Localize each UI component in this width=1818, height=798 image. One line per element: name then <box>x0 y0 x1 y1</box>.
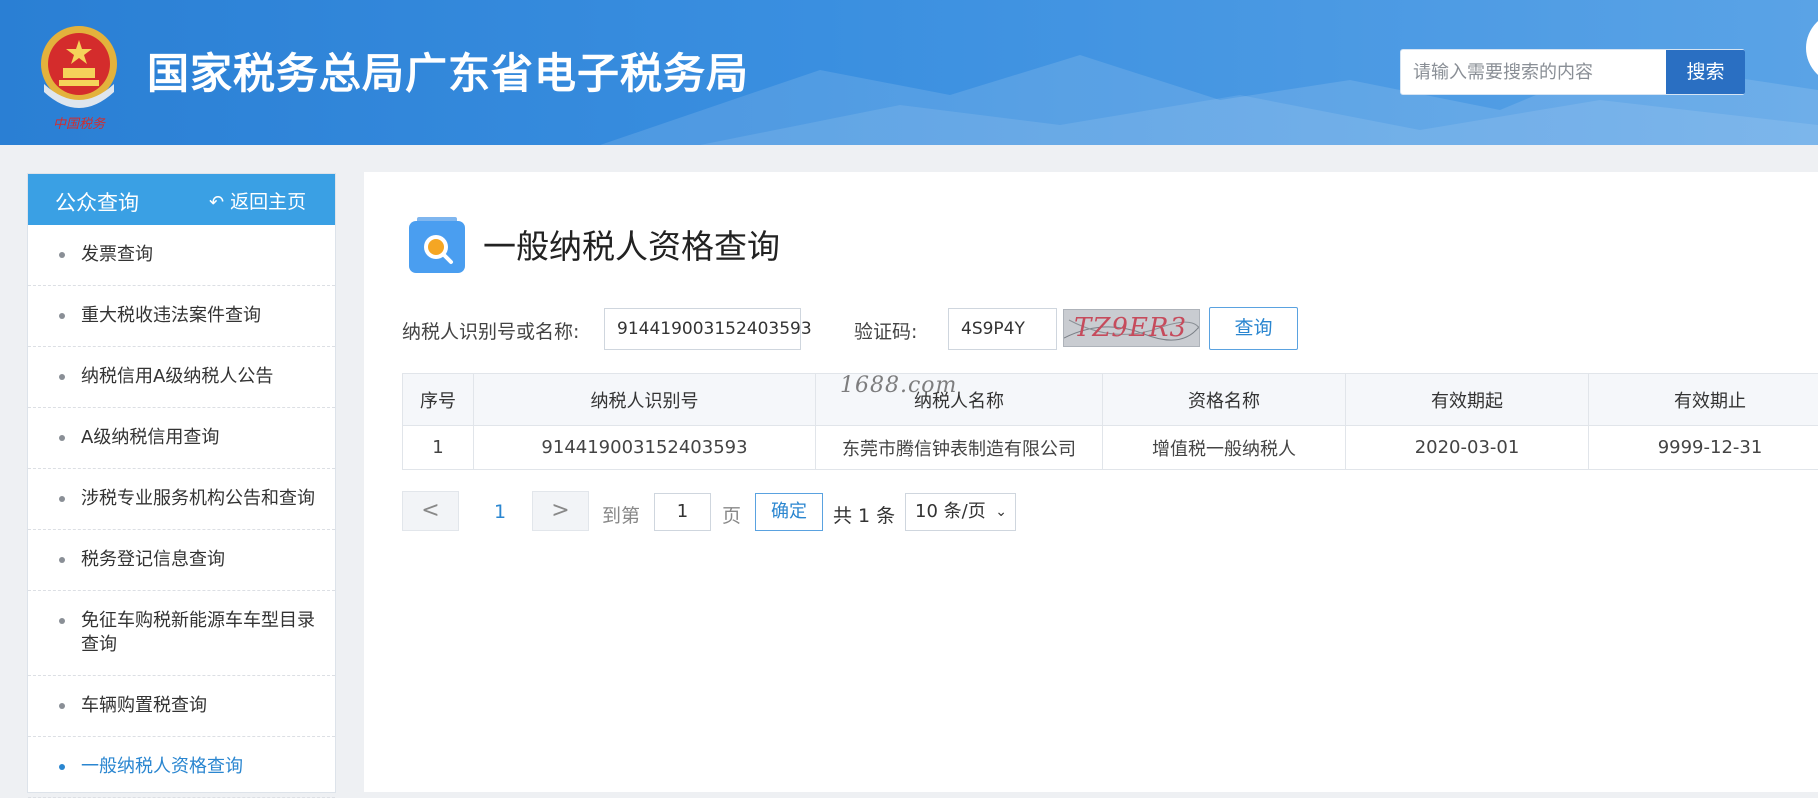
sidebar-item-tax-agency-query[interactable]: 涉税专业服务机构公告和查询 <box>28 469 335 530</box>
col-header-valid-from: 有效期起 <box>1346 374 1589 426</box>
chevron-left-icon: < <box>421 498 439 523</box>
result-table: 序号 纳税人识别号 纳税人名称 资格名称 有效期起 有效期止 1 9144190… <box>402 373 1818 470</box>
return-arrow-icon: ↶ <box>209 192 224 213</box>
total-count: 共 1 条 <box>833 501 895 528</box>
chevron-down-icon: ⌄ <box>995 494 1007 530</box>
page-unit-label: 页 <box>722 501 741 528</box>
watermark: 1688.com <box>840 373 957 398</box>
table-row: 1 914419003152403593 东莞市腾信钟表制造有限公司 增值税一般… <box>403 426 1818 470</box>
captcha-image[interactable]: TZ9ER3 <box>1063 309 1200 347</box>
prev-page-button[interactable]: < <box>402 491 459 531</box>
sidebar-item-general-taxpayer-query[interactable]: 一般纳税人资格查询 <box>28 737 335 798</box>
search-input[interactable] <box>1401 50 1665 94</box>
cell-valid-to: 9999-12-31 <box>1589 426 1818 470</box>
sidebar-item-a-grade-credit-query[interactable]: A级纳税信用查询 <box>28 408 335 469</box>
sidebar-nav: 发票查询 重大税收违法案件查询 纳税信用A级纳税人公告 A级纳税信用查询 涉税专… <box>28 225 335 798</box>
main-panel: 一般纳税人资格查询 纳税人识别号或名称: 914419003152403593 … <box>364 172 1818 792</box>
sidebar-item-tax-violation-cases[interactable]: 重大税收违法案件查询 <box>28 286 335 347</box>
page-size-select[interactable]: 10 条/页 ⌄ <box>905 493 1016 531</box>
next-page-button[interactable]: > <box>532 491 589 531</box>
captcha-label: 验证码: <box>854 317 917 344</box>
table-header-row: 序号 纳税人识别号 纳税人名称 资格名称 有效期起 有效期止 <box>403 374 1818 426</box>
cell-index: 1 <box>403 426 474 470</box>
site-header: 中国税务 国家税务总局广东省电子税务局 搜索 <box>0 0 1818 145</box>
col-header-index: 序号 <box>403 374 474 426</box>
cell-qualification: 增值税一般纳税人 <box>1103 426 1346 470</box>
goto-page-input[interactable]: 1 <box>654 493 711 531</box>
page-title: 一般纳税人资格查询 <box>483 220 780 268</box>
search-box: 搜索 <box>1400 49 1745 95</box>
sidebar-item-vehicle-tax-query[interactable]: 车辆购置税查询 <box>28 676 335 737</box>
emblem-caption: 中国税务 <box>53 117 106 132</box>
back-home-label: 返回主页 <box>230 191 306 213</box>
col-header-taxpayer-id: 纳税人识别号 <box>474 374 816 426</box>
goto-label: 到第 <box>602 501 640 528</box>
query-button[interactable]: 查询 <box>1209 307 1298 350</box>
sidebar-item-invoice-query[interactable]: 发票查询 <box>28 225 335 286</box>
sidebar-item-a-grade-announcement[interactable]: 纳税信用A级纳税人公告 <box>28 347 335 408</box>
captcha-image-text: TZ9ER3 <box>1074 313 1187 343</box>
page-number-current[interactable]: 1 <box>494 501 506 523</box>
sidebar-item-tax-registration-query[interactable]: 税务登记信息查询 <box>28 530 335 591</box>
col-header-qualification: 资格名称 <box>1103 374 1346 426</box>
sidebar-item-ev-catalog-query[interactable]: 免征车购税新能源车车型目录查询 <box>28 591 335 676</box>
tax-emblem-logo: 中国税务 <box>34 20 124 132</box>
cell-valid-from: 2020-03-01 <box>1346 426 1589 470</box>
taxpayer-id-input[interactable]: 914419003152403593 <box>604 308 801 350</box>
search-document-icon <box>407 215 467 275</box>
chevron-right-icon: > <box>551 498 569 523</box>
back-home-link[interactable]: ↶ 返回主页 <box>209 187 306 214</box>
site-title: 国家税务总局广东省电子税务局 <box>147 40 749 101</box>
page-size-value: 10 条/页 <box>915 501 986 522</box>
col-header-valid-to: 有效期止 <box>1589 374 1818 426</box>
cell-taxpayer-name: 东莞市腾信钟表制造有限公司 <box>816 426 1103 470</box>
search-button[interactable]: 搜索 <box>1666 50 1745 94</box>
taxpayer-id-label: 纳税人识别号或名称: <box>402 317 579 344</box>
sidebar-title: 公众查询 <box>55 187 139 217</box>
captcha-input[interactable]: 4S9P4Y <box>948 308 1057 350</box>
sidebar-header: 公众查询 ↶ 返回主页 <box>28 174 335 225</box>
cell-taxpayer-id: 914419003152403593 <box>474 426 816 470</box>
goto-confirm-button[interactable]: 确定 <box>755 493 823 531</box>
sidebar: 公众查询 ↶ 返回主页 发票查询 重大税收违法案件查询 纳税信用A级纳税人公告 A… <box>27 173 336 793</box>
